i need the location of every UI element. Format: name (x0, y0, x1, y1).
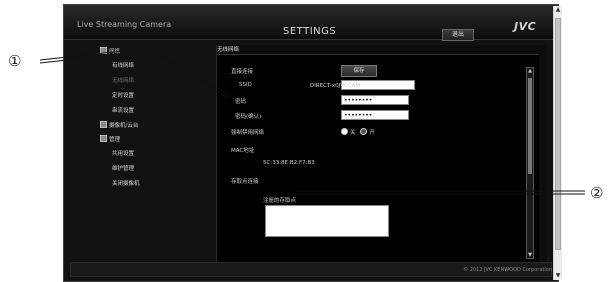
callout-line-1a (39, 47, 231, 97)
callout-1: ① (8, 52, 22, 70)
callout-lines (39, 47, 585, 195)
callout-2: ② (590, 184, 604, 202)
callout-line-1b (39, 50, 231, 100)
